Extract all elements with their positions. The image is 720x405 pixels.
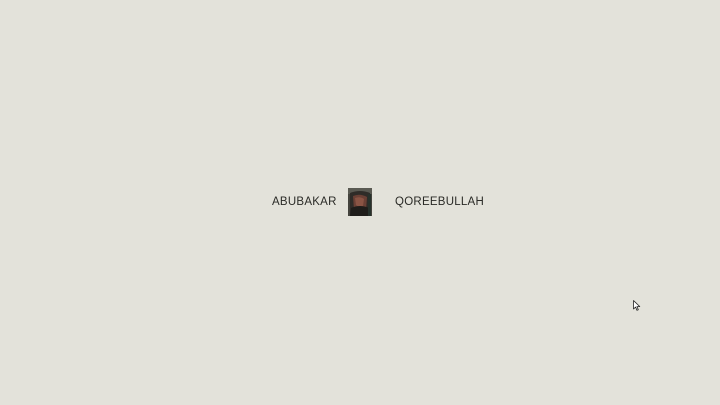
first-name: ABUBAKAR bbox=[272, 196, 337, 208]
last-name: QOREEBULLAH bbox=[395, 196, 485, 208]
portrait-image[interactable] bbox=[348, 188, 372, 216]
splash-page: { "intro": { "first_name": "ABUBAKAR", "… bbox=[0, 0, 720, 405]
portrait-photo-icon bbox=[348, 188, 372, 216]
cursor-arrow-icon bbox=[633, 300, 641, 311]
name-intro: ABUBAKAR QOREEBULLAH bbox=[0, 188, 720, 216]
mouse-cursor bbox=[633, 298, 641, 311]
